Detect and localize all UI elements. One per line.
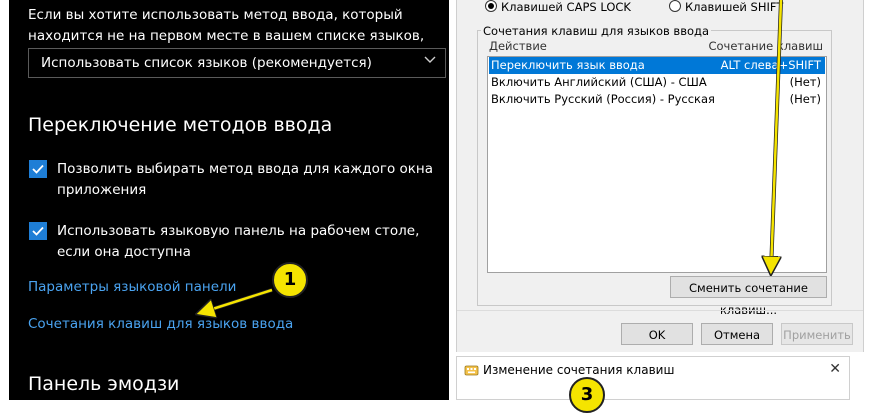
- column-keys: Сочетание клавиш: [708, 39, 823, 53]
- list-item[interactable]: Включить Русский (Россия) - Русская (Нет…: [489, 91, 825, 108]
- dialog-separator: [457, 310, 863, 311]
- chevron-down-icon: [424, 56, 436, 63]
- apply-button[interactable]: Применить: [781, 323, 853, 345]
- keyboard-icon: [464, 365, 479, 376]
- section-title-switch-methods: Переключение методов ввода: [28, 114, 333, 136]
- link-language-bar-options[interactable]: Параметры языковой панели: [28, 279, 236, 295]
- ok-button[interactable]: OK: [621, 323, 693, 345]
- checkbox-language-bar-label: Использовать языковую панель на рабочем …: [57, 223, 420, 260]
- input-method-dropdown[interactable]: Использовать список языков (рекомендуетс…: [28, 48, 446, 78]
- column-action: Действие: [489, 39, 547, 53]
- checkbox-language-bar[interactable]: [29, 222, 47, 240]
- radio-shift[interactable]: Клавишей SHIFT: [669, 0, 783, 14]
- dialog-title: Изменение сочетания клавиш: [483, 363, 675, 377]
- cancel-button[interactable]: Отмена: [701, 323, 773, 345]
- language-settings-panel: Если вы хотите использовать метод ввода,…: [9, 0, 449, 400]
- checkbox-per-app-method[interactable]: [29, 160, 47, 178]
- checkbox-per-app-method-label: Позволить выбирать метод ввода для каждо…: [57, 161, 434, 198]
- link-input-language-hotkeys[interactable]: Сочетания клавиш для языков ввода: [28, 316, 293, 332]
- radio-caps-lock[interactable]: Клавишей CAPS LOCK: [485, 0, 631, 14]
- radio-shift-label: Клавишей SHIFT: [685, 0, 784, 14]
- close-icon[interactable]: ✕: [829, 361, 841, 377]
- change-key-sequence-button[interactable]: Сменить сочетание клавиш...: [670, 276, 827, 317]
- section-title-emoji-panel: Панель эмодзи: [28, 373, 180, 395]
- hotkeys-list[interactable]: Переключить язык ввода ALT слева+SHIFT В…: [487, 56, 827, 273]
- radio-caps-lock-label: Клавишей CAPS LOCK: [501, 0, 631, 14]
- checkmark-icon: [32, 164, 44, 174]
- hotkeys-group-title: Сочетания клавиш для языков ввода: [481, 24, 712, 38]
- change-key-sequence-dialog: Изменение сочетания клавиш ✕: [456, 356, 850, 400]
- annotation-badge-1: 1: [272, 262, 308, 298]
- radio-unselected-icon: [669, 0, 681, 12]
- list-item[interactable]: Переключить язык ввода ALT слева+SHIFT: [489, 57, 825, 74]
- checkmark-icon: [32, 226, 44, 236]
- dropdown-value: Использовать список языков (рекомендуетс…: [41, 55, 372, 71]
- screenshot-frame: Если вы хотите использовать метод ввода,…: [0, 0, 870, 413]
- list-item[interactable]: Включить Английский (США) - США (Нет): [489, 74, 825, 91]
- text-services-dialog: Клавишей CAPS LOCK Клавишей SHIFT Сочета…: [456, 0, 864, 352]
- radio-selected-icon: [485, 0, 497, 12]
- annotation-badge-3: 3: [569, 377, 605, 413]
